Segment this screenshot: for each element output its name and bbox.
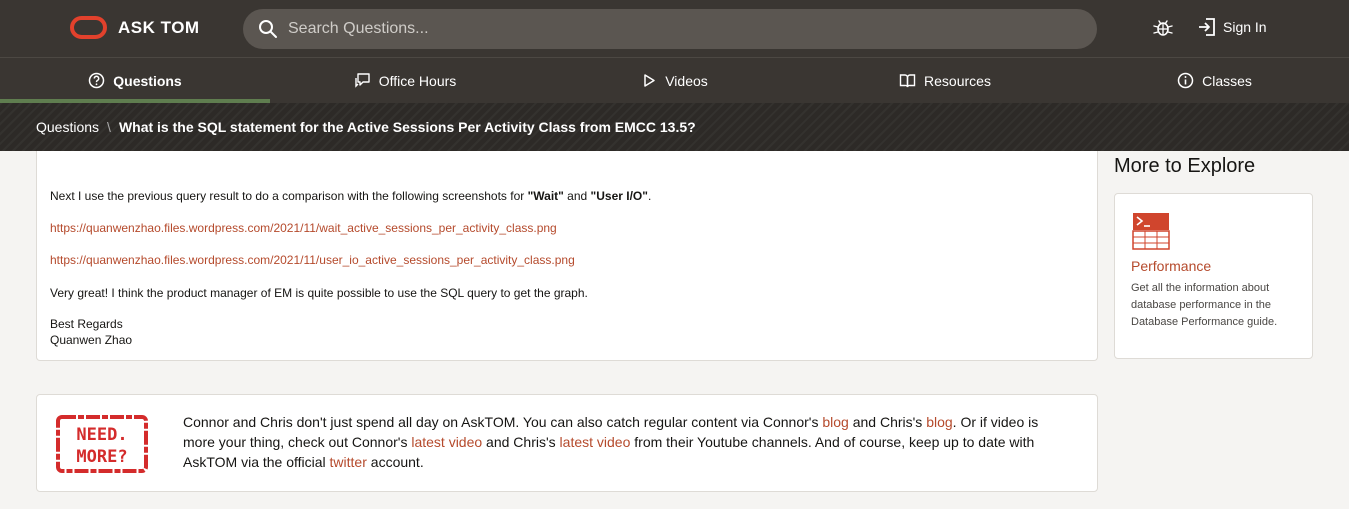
post-paragraph: Very great! I think the product manager …: [50, 286, 588, 300]
connor-blog-link[interactable]: blog: [822, 414, 848, 430]
breadcrumb-current: What is the SQL statement for the Active…: [118, 119, 696, 135]
performance-card[interactable]: Performance Get all the information abou…: [1114, 193, 1313, 359]
need-more-card: NEED. MORE? Connor and Chris don't just …: [36, 394, 1098, 492]
tab-label: Resources: [924, 72, 991, 89]
stamp-line-1: NEED.: [76, 425, 127, 445]
chat-icon: [355, 73, 370, 88]
user-io-screenshot-link[interactable]: https://quanwenzhao.files.wordpress.com/…: [50, 253, 575, 267]
question-circle-icon: [89, 72, 105, 89]
oracle-logo-icon: [70, 16, 107, 39]
tab-label: Videos: [665, 72, 708, 89]
tab-office-hours[interactable]: Office Hours: [270, 58, 540, 103]
search-input[interactable]: [288, 9, 1078, 49]
performance-link[interactable]: Performance: [1131, 258, 1211, 274]
terminal-table-icon: [1132, 213, 1170, 250]
tab-resources[interactable]: Resources: [810, 58, 1080, 103]
post-text: .: [647, 189, 652, 203]
need-more-copy: Connor and Chris don't just spend all da…: [183, 414, 823, 430]
user-io-label: "User I/O": [590, 189, 648, 203]
sign-in-button[interactable]: Sign In: [1197, 17, 1267, 37]
bug-icon[interactable]: [1152, 17, 1174, 39]
search-icon[interactable]: [258, 19, 278, 39]
tab-label: Questions: [113, 72, 182, 89]
post-paragraph: Next I use the previous query result to …: [50, 189, 651, 203]
wait-label: "Wait": [527, 189, 564, 203]
play-icon: [644, 74, 655, 87]
post-text: and: [563, 189, 591, 203]
sign-in-icon: [1199, 18, 1215, 36]
chris-blog-link[interactable]: blog: [926, 414, 952, 430]
chris-video-link[interactable]: latest video: [560, 434, 631, 450]
performance-description: Get all the information about database p…: [1131, 282, 1278, 328]
need-more-text: Connor and Chris don't just spend all da…: [183, 412, 1073, 472]
post-author: Quanwen Zhao: [50, 333, 133, 347]
stamp-line-2: MORE?: [76, 447, 127, 467]
main-nav: Questions Office Hours Videos Resources …: [0, 57, 1349, 103]
info-circle-icon: [1177, 72, 1194, 89]
tab-questions[interactable]: Questions: [0, 58, 270, 103]
logo-text: ASK TOM: [118, 17, 200, 37]
need-more-copy: and Chris's: [482, 434, 560, 450]
wait-screenshot-link[interactable]: https://quanwenzhao.files.wordpress.com/…: [50, 221, 557, 235]
connor-video-link[interactable]: latest video: [411, 434, 482, 450]
answer-card: Next I use the previous query result to …: [36, 151, 1098, 361]
tab-videos[interactable]: Videos: [540, 58, 810, 103]
breadcrumb: Questions \ What is the SQL statement fo…: [36, 119, 696, 135]
breadcrumb-questions-link[interactable]: Questions: [36, 119, 99, 135]
breadcrumb-separator: \: [107, 119, 111, 135]
search-bar: [243, 9, 1097, 49]
tab-label: Classes: [1202, 72, 1252, 89]
sign-in-label: Sign In: [1223, 19, 1267, 35]
post-regards: Best Regards: [50, 317, 123, 331]
post-text: Next I use the previous query result to …: [50, 189, 528, 203]
need-more-copy: account.: [366, 454, 424, 470]
breadcrumb-bar: Questions \ What is the SQL statement fo…: [0, 103, 1349, 151]
tab-classes[interactable]: Classes: [1080, 58, 1349, 103]
top-header: ASK TOM Sign In: [0, 0, 1349, 57]
tab-label: Office Hours: [378, 72, 457, 89]
book-icon: [899, 74, 916, 88]
twitter-link[interactable]: twitter: [330, 454, 367, 470]
ask-tom-logo[interactable]: ASK TOM: [70, 16, 200, 39]
need-more-stamp-image: NEED. MORE?: [56, 415, 148, 473]
more-to-explore-title: More to Explore: [1114, 155, 1256, 177]
need-more-copy: and Chris's: [848, 414, 927, 430]
